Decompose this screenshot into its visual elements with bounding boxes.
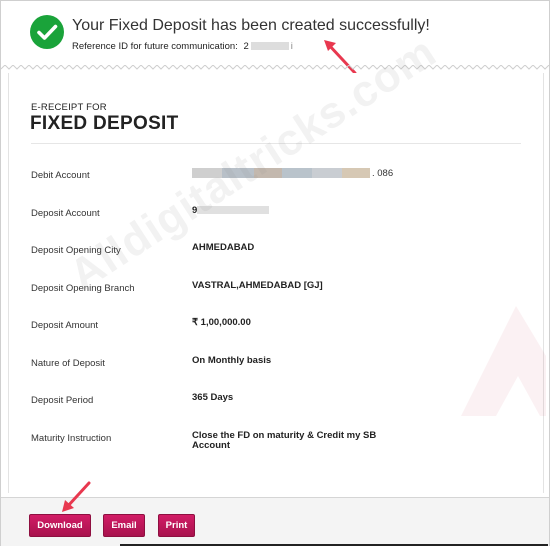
detail-label: Deposit Opening Branch (31, 283, 135, 294)
reference-id-redaction (250, 42, 289, 51)
detail-row-deposit-period: Deposit Period 365 Days (31, 392, 521, 415)
detail-row-opening-branch: Deposit Opening Branch VASTRAL,AHMEDABAD… (31, 280, 521, 303)
detail-row-deposit-amount: Deposit Amount ₹ 1,00,000.00 (31, 317, 521, 340)
detail-row-debit-account: Debit Account . 086 (31, 168, 521, 190)
maturity-instruction-value: Close the FD on maturity & Credit my SB … (192, 430, 377, 451)
debit-account-value: . 086 (192, 168, 402, 179)
nature-of-deposit-value: On Monthly basis (192, 355, 272, 366)
deposit-account-value: 9 (192, 206, 402, 216)
redaction-block (254, 168, 282, 178)
detail-row-deposit-account: Deposit Account 9 (31, 206, 521, 228)
opening-city-value: AHMEDABAD (192, 242, 255, 253)
receipt-divider (31, 143, 521, 144)
redaction-block (192, 168, 222, 178)
reference-id-line: Reference ID for future communication: 2… (72, 41, 293, 52)
redaction-block (282, 168, 312, 178)
detail-label: Deposit Opening City (31, 245, 121, 256)
detail-row-nature-of-deposit: Nature of Deposit On Monthly basis (31, 355, 521, 378)
reference-id-suffix: i (290, 41, 293, 52)
email-button[interactable]: Email (103, 514, 145, 537)
action-footer: Download Email Print (1, 481, 549, 546)
opening-branch-value: VASTRAL,AHMEDABAD [GJ] (192, 280, 323, 291)
receipt-torn-edge (1, 65, 549, 70)
checkmark-circle-icon (30, 15, 64, 49)
detail-label: Debit Account (31, 170, 90, 181)
detail-label: Nature of Deposit (31, 358, 105, 369)
print-button[interactable]: Print (158, 514, 195, 537)
download-button[interactable]: Download (29, 514, 91, 537)
detail-label: Deposit Period (31, 395, 94, 406)
deposit-period-value: 365 Days (192, 392, 234, 403)
receipt-subtitle: E-RECEIPT FOR (31, 102, 107, 113)
redaction-block (197, 206, 270, 215)
receipt-title: FIXED DEPOSIT (30, 113, 179, 134)
receipt-page: Your Fixed Deposit has been created succ… (0, 0, 550, 546)
detail-label: Deposit Account (31, 208, 100, 219)
detail-label: Deposit Amount (31, 320, 99, 331)
debit-account-suffix: . 086 (372, 167, 394, 179)
detail-row-maturity-instruction: Maturity Instruction Close the FD on mat… (31, 430, 521, 453)
reference-id-label: Reference ID for future communication: (72, 41, 238, 52)
redaction-block (342, 168, 370, 178)
deposit-amount-value: ₹ 1,00,000.00 (192, 317, 251, 328)
detail-row-opening-city: Deposit Opening City AHMEDABAD (31, 242, 521, 265)
success-header: Your Fixed Deposit has been created succ… (1, 1, 549, 75)
redaction-block (222, 168, 254, 178)
reference-id-value: 2 (243, 41, 249, 52)
redaction-block (312, 168, 342, 178)
success-title: Your Fixed Deposit has been created succ… (72, 17, 430, 34)
e-receipt-card: E-RECEIPT FOR FIXED DEPOSIT Debit Accoun… (8, 73, 544, 493)
detail-label: Maturity Instruction (31, 433, 112, 444)
